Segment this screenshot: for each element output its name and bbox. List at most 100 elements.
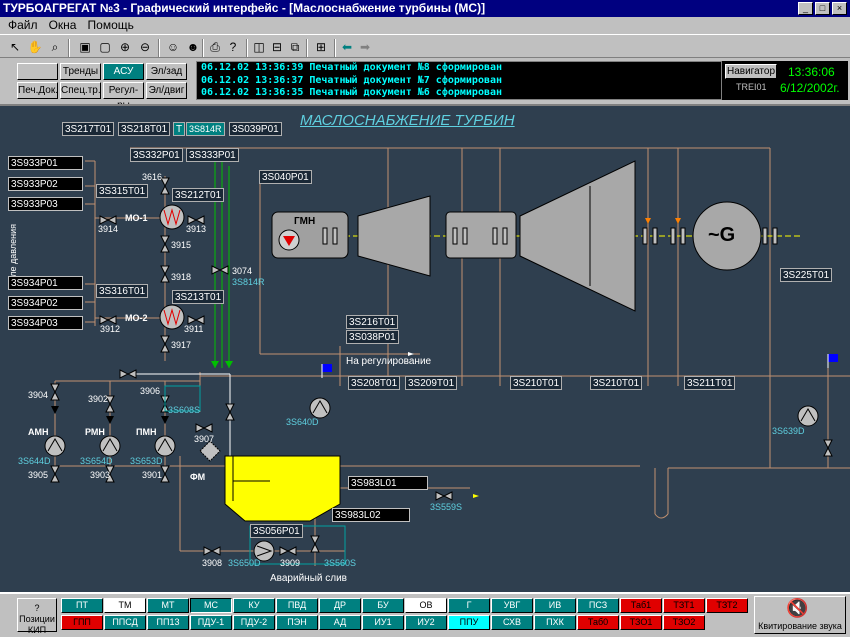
tag-3s332p01[interactable]: 3S332P01 [130,148,183,162]
valve-3915[interactable]: 3915 [171,240,191,250]
subsystem-button[interactable]: ПХК [534,615,576,630]
subsystem-button[interactable]: МС [190,598,232,613]
subsystem-button[interactable]: СХВ [491,615,533,630]
valve-3904[interactable]: 3904 [28,390,48,400]
subsystem-button[interactable]: ПТ [61,598,103,613]
zoom-icon[interactable]: ⌕ [46,38,64,56]
tag-3s209t01[interactable]: 3S209T01 [405,376,458,390]
valve-3908[interactable]: 3908 [202,558,222,568]
valve-3914[interactable]: 3914 [98,224,118,234]
subsystem-button[interactable]: КУ [233,598,275,613]
tag-3s212t01[interactable]: 3S212T01 [172,188,225,202]
sensor-3s644d[interactable]: 3S644D [18,456,51,466]
zoom-out-icon[interactable]: ⊖ [136,38,154,56]
print-doc-button[interactable]: Печ.Док. [17,82,58,99]
subsystem-button[interactable]: БУ [362,598,404,613]
tag-3s216t01[interactable]: 3S216T01 [346,315,399,329]
sensor-3s650d[interactable]: 3S650D [228,558,261,568]
tag-3s315t01[interactable]: 3S315T01 [96,184,149,198]
valve-3913[interactable]: 3913 [186,224,206,234]
window-icon[interactable]: ⊞ [312,38,330,56]
tag-3s217t01[interactable]: 3S217T01 [62,122,115,136]
tag-3s316t01[interactable]: 3S316T01 [96,284,149,298]
tag-3s211t01[interactable]: 3S211T01 [684,376,736,390]
tag-3s934p03[interactable]: 3S934P03 [8,316,83,330]
subsystem-button[interactable]: ТЗО1 [620,615,662,630]
blank-button[interactable] [17,63,58,80]
spec-tr-button[interactable]: Спец.тр. [60,82,101,99]
hand-icon[interactable]: ✋ [26,38,44,56]
asu-button[interactable]: АСУ [103,63,144,80]
tag-3s933p01[interactable]: 3S933P01 [8,156,83,170]
subsystem-button[interactable]: ПДУ-1 [190,615,232,630]
valve-3909[interactable]: 3909 [280,558,300,568]
sensor-3s639d[interactable]: 3S639D [772,426,805,436]
tag-3s983l02[interactable]: 3S983L02 [332,508,410,522]
tag-3s934p02[interactable]: 3S934P02 [8,296,83,310]
subsystem-button[interactable]: ИУ2 [405,615,447,630]
subsystem-button[interactable]: ТЗТ2 [706,598,748,613]
tag-t[interactable]: T [173,122,186,136]
subsystem-button[interactable]: ПДУ-2 [233,615,275,630]
regulators-button[interactable]: Регул-ры [103,82,144,111]
tag-3s218t01[interactable]: 3S218T01 [118,122,171,136]
subsystem-button[interactable]: УВГ [491,598,533,613]
tag-3s056p01[interactable]: 3S056P01 [250,524,303,538]
tag-3s983l01[interactable]: 3S983L01 [348,476,428,490]
valve-3905[interactable]: 3905 [28,470,48,480]
sensor-3s654d[interactable]: 3S654D [80,456,113,466]
trends-button[interactable]: Тренды [60,63,101,80]
zoom-in-icon[interactable]: ⊕ [116,38,134,56]
subsystem-button[interactable]: ПСЗ [577,598,619,613]
valve-3907[interactable]: 3907 [194,434,214,444]
help-icon[interactable]: ? [224,38,242,56]
sensor-3s608s[interactable]: 3S608S [168,405,200,415]
el-zad-button[interactable]: Эл/зад [146,63,187,80]
sensor-3s653d[interactable]: 3S653D [130,456,163,466]
tag-3s039p01[interactable]: 3S039P01 [229,122,282,136]
valve-3911[interactable]: 3911 [184,324,203,334]
valve-3616[interactable]: 3616 [142,172,162,182]
tag-3s210t01-b[interactable]: 3S210T01 [590,376,643,390]
tile-vertical-icon[interactable]: ◫ [250,38,268,56]
sensor-3s560s[interactable]: 3S560S [324,558,356,568]
subsystem-button[interactable]: ГПП [61,615,103,630]
tag-3s208t01[interactable]: 3S208T01 [348,376,401,390]
kip-positions-button[interactable]: ? Позиции КИП [17,598,57,635]
forward-icon[interactable]: ➡ [356,38,374,56]
tag-3s333p01[interactable]: 3S333P01 [186,148,239,162]
valve-3074[interactable]: 3074 [232,266,252,276]
subsystem-button[interactable]: МТ [147,598,189,613]
subsystem-button[interactable]: ТМ [104,598,146,613]
sensor-3s814r[interactable]: 3S814R [232,277,265,287]
subsystem-button[interactable]: ОВ [405,598,447,613]
subsystem-button[interactable]: АД [319,615,361,630]
subsystem-button[interactable]: ИУ1 [362,615,404,630]
tag-3s210t01-a[interactable]: 3S210T01 [510,376,563,390]
el-dvig-button[interactable]: Эл/двиг [146,82,187,99]
valve-3912[interactable]: 3912 [100,324,120,334]
user-icon[interactable]: ☺ [164,38,182,56]
subsystem-button[interactable]: ПП13 [147,615,189,630]
subsystem-button[interactable]: ИВ [534,598,576,613]
menu-windows[interactable]: Окна [49,18,77,32]
close-icon[interactable]: × [832,2,847,15]
valve-3917[interactable]: 3917 [171,340,191,350]
valve-3903[interactable]: 3903 [90,470,110,480]
sensor-3s640d[interactable]: 3S640D [286,417,319,427]
pointer-icon[interactable]: ↖ [6,38,24,56]
tag-3s933p02[interactable]: 3S933P02 [8,177,83,191]
subsystem-button[interactable]: ТЗТ1 [663,598,705,613]
valve-3902[interactable]: 3902 [88,394,108,404]
frame-icon[interactable]: ▢ [96,38,114,56]
subsystem-button[interactable]: ПВД [276,598,318,613]
valve-3918[interactable]: 3918 [171,272,191,282]
tag-3s040p01[interactable]: 3S040P01 [259,170,312,184]
sensor-3s559s[interactable]: 3S559S [430,502,462,512]
tag-3s933p03[interactable]: 3S933P03 [8,197,83,211]
valve-3906[interactable]: 3906 [140,386,160,396]
valve-3901[interactable]: 3901 [142,470,162,480]
subsystem-button[interactable]: Г [448,598,490,613]
subsystem-button[interactable]: Таб1 [620,598,662,613]
cascade-icon[interactable]: ⧉ [286,38,304,56]
